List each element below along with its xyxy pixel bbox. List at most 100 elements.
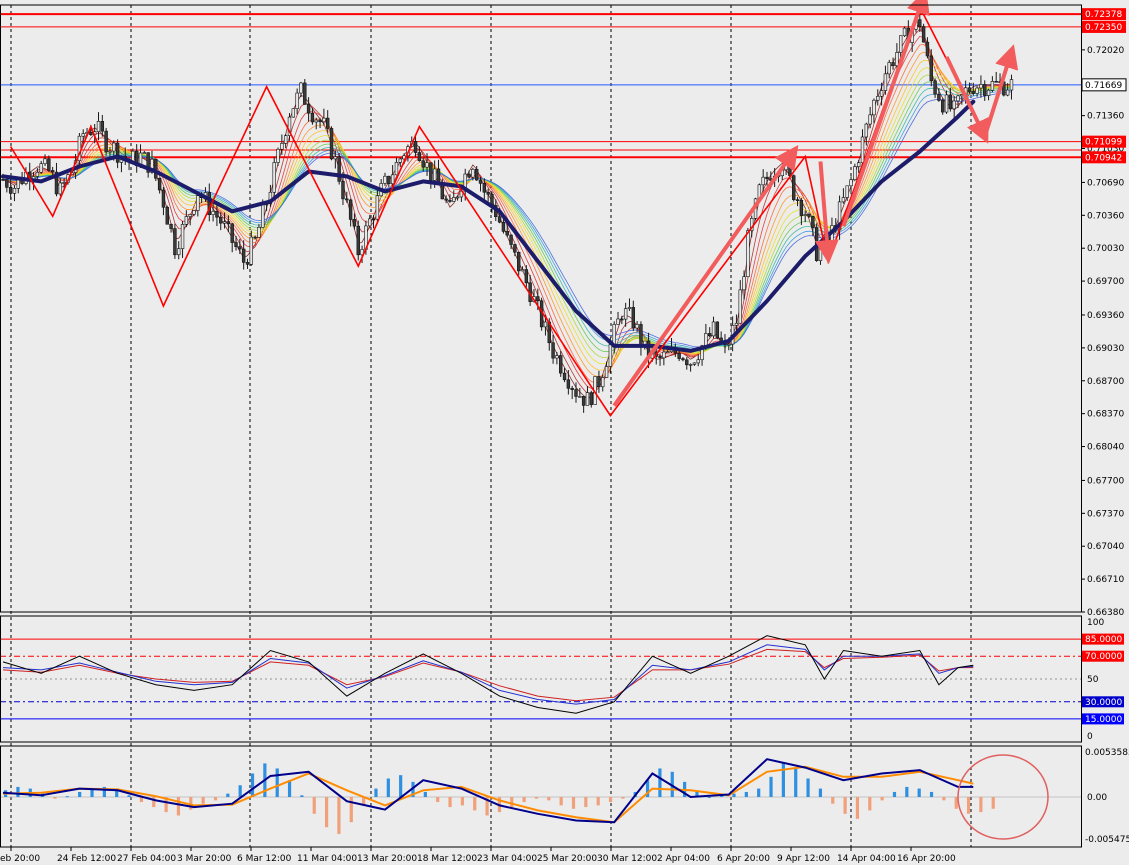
candle-body bbox=[578, 396, 582, 398]
candle-body bbox=[849, 179, 853, 187]
candle-body bbox=[990, 81, 995, 91]
candle-body bbox=[245, 262, 250, 265]
candle-body bbox=[581, 396, 586, 406]
candle-body bbox=[952, 100, 956, 110]
candle-body bbox=[956, 95, 960, 102]
candle-body bbox=[303, 82, 307, 105]
candle-body bbox=[425, 162, 429, 168]
macd-histogram-bar bbox=[473, 797, 477, 811]
candle-body bbox=[761, 176, 765, 186]
candle-body bbox=[272, 162, 276, 193]
candle-body bbox=[662, 351, 666, 359]
macd-histogram-bar bbox=[547, 797, 551, 801]
candle-body bbox=[876, 95, 880, 101]
candle-body bbox=[50, 170, 55, 173]
price-tick-label: 0.72020 bbox=[1087, 46, 1124, 56]
candle-body bbox=[639, 324, 643, 347]
time-tick-label: 2 Apr 04:00 bbox=[657, 854, 710, 864]
candle-body bbox=[394, 162, 399, 176]
candle-body bbox=[589, 392, 593, 405]
candle-body bbox=[318, 119, 322, 123]
candle-body bbox=[513, 244, 517, 253]
candle-body bbox=[891, 62, 895, 66]
candle-body bbox=[921, 26, 926, 43]
macd-histogram-bar bbox=[559, 797, 563, 806]
macd-histogram-bar bbox=[892, 791, 897, 797]
candle-body bbox=[81, 133, 85, 137]
candle-body bbox=[100, 121, 105, 132]
macd-histogram-bar bbox=[65, 796, 69, 798]
macd-histogram-bar bbox=[312, 797, 316, 814]
candle-body bbox=[154, 158, 158, 179]
candle-body bbox=[276, 148, 280, 163]
oscillator-tick-label: 100 bbox=[1087, 618, 1104, 628]
candle-body bbox=[219, 216, 223, 224]
macd-histogram-bar bbox=[621, 797, 625, 799]
oscillator-level-label: 70.0000 bbox=[1085, 652, 1122, 662]
candle-body bbox=[520, 269, 525, 272]
macd-histogram-bar bbox=[596, 797, 600, 806]
candle-body bbox=[474, 168, 479, 181]
time-tick-label: eb 20:00 bbox=[0, 854, 40, 864]
candle-body bbox=[291, 108, 296, 118]
candle-body bbox=[692, 362, 697, 365]
candle-body bbox=[1009, 79, 1014, 91]
macd-histogram-bar bbox=[880, 797, 884, 801]
candle-body bbox=[971, 91, 975, 94]
macd-histogram-bar bbox=[584, 797, 588, 808]
candle-body bbox=[337, 156, 341, 182]
candle-body bbox=[792, 175, 796, 200]
candle-body bbox=[707, 333, 712, 337]
oscillator-level-label: 85.0000 bbox=[1085, 635, 1122, 645]
candle-body bbox=[677, 352, 681, 359]
price-tag-label: 0.72378 bbox=[1085, 10, 1122, 20]
candle-body bbox=[35, 171, 40, 177]
macd-histogram-bar bbox=[448, 797, 452, 808]
candle-body bbox=[497, 216, 502, 223]
price-tick-label: 0.70360 bbox=[1087, 211, 1124, 221]
time-tick-label: 25 Mar 20:00 bbox=[537, 854, 597, 864]
oscillator-level-label: 15.0000 bbox=[1085, 715, 1122, 725]
price-tick-label: 0.67370 bbox=[1087, 509, 1124, 519]
candle-body bbox=[612, 324, 616, 345]
time-tick-label: 6 Apr 20:00 bbox=[717, 854, 770, 864]
candle-body bbox=[562, 372, 567, 381]
candle-body bbox=[623, 308, 628, 320]
oscillator-level-label: 30.0000 bbox=[1085, 698, 1122, 708]
candle-body bbox=[165, 206, 169, 225]
candle-body bbox=[975, 87, 979, 94]
candle-body bbox=[467, 173, 471, 178]
candle-body bbox=[765, 176, 769, 180]
candle-body bbox=[325, 117, 330, 129]
macd-histogram-bar bbox=[769, 776, 773, 797]
candle-body bbox=[348, 199, 353, 220]
candle-body bbox=[39, 163, 43, 173]
forex-chart[interactable]: 0.720200.716900.713600.710300.706900.703… bbox=[0, 0, 1129, 865]
candle-body bbox=[43, 158, 47, 164]
candle-body bbox=[585, 392, 590, 406]
candle-body bbox=[345, 198, 349, 201]
candle-body bbox=[883, 73, 888, 91]
candle-body bbox=[516, 251, 521, 272]
candle-body bbox=[5, 179, 9, 188]
price-tag-label: 0.70942 bbox=[1085, 153, 1122, 163]
candle-body bbox=[620, 318, 624, 321]
time-tick-label: 18 Mar 12:00 bbox=[417, 854, 477, 864]
candle-body bbox=[142, 152, 147, 154]
candle-body bbox=[864, 123, 869, 138]
candle-body bbox=[440, 184, 444, 200]
candle-body bbox=[734, 322, 739, 326]
candle-body bbox=[566, 379, 571, 389]
candle-body bbox=[417, 152, 422, 162]
candle-body bbox=[184, 216, 189, 225]
price-tick-label: 0.68040 bbox=[1087, 443, 1124, 453]
candle-body bbox=[230, 223, 234, 243]
candle-body bbox=[941, 100, 945, 113]
macd-histogram-bar bbox=[917, 788, 921, 797]
candle-body bbox=[383, 175, 387, 184]
candle-body bbox=[845, 185, 849, 198]
candle-body bbox=[104, 130, 108, 153]
price-tag-label: 0.72350 bbox=[1085, 23, 1122, 33]
macd-histogram-bar bbox=[757, 788, 761, 797]
time-tick-label: 14 Apr 04:00 bbox=[837, 854, 896, 864]
